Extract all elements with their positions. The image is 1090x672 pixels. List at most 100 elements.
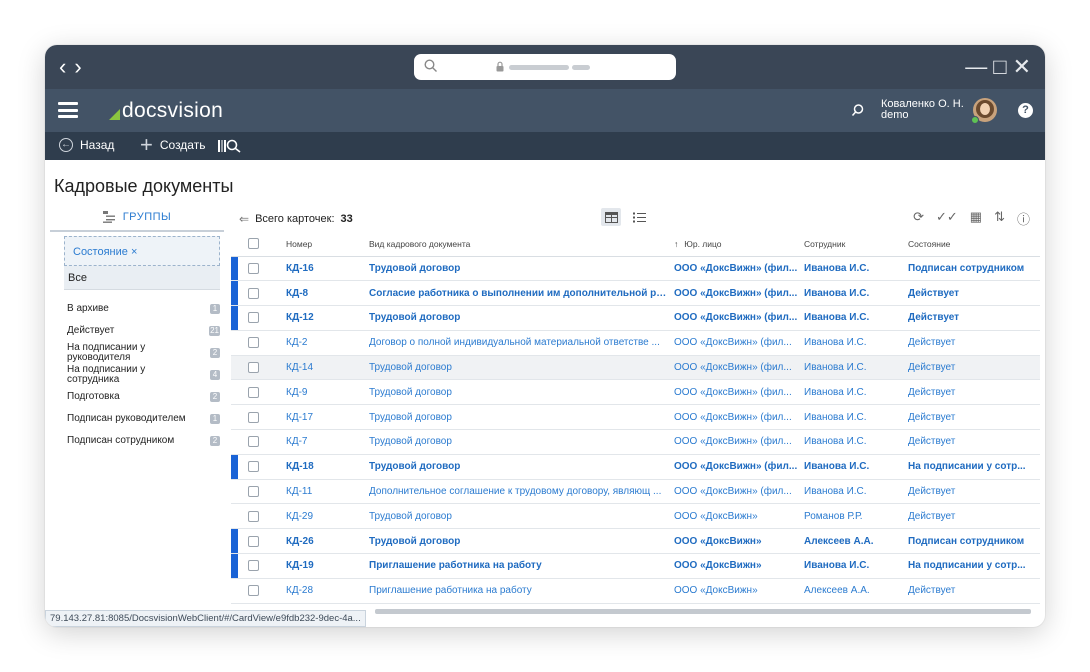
cell-number[interactable]: КД-28 <box>276 578 369 604</box>
cell-employee[interactable]: Иванова И.С. <box>804 379 908 406</box>
back-button[interactable]: ← Назад <box>59 138 114 152</box>
table-row[interactable]: КД-28 Приглашение работника на работу ООО … <box>231 578 1040 604</box>
logo[interactable]: docsvision <box>109 99 223 123</box>
cell-entity[interactable]: ООО «ДоксВижн» <box>674 553 804 579</box>
cell-entity[interactable]: ООО «ДоксВижн» (фил... <box>674 454 804 480</box>
create-button[interactable]: + Создать <box>140 134 205 156</box>
groups-tab[interactable]: ГРУППЫ <box>50 203 224 232</box>
table-view-icon[interactable] <box>601 208 621 226</box>
cell-number[interactable]: КД-26 <box>276 528 369 555</box>
user-info[interactable]: Коваленко О. Н. demo <box>881 99 964 121</box>
cell-employee[interactable]: Иванова И.С. <box>804 404 908 431</box>
cell-state[interactable]: На подписании у сотр... <box>908 454 1040 480</box>
table-row[interactable]: КД-16 Трудовой договор ООО «ДоксВижн» (фил… <box>231 256 1040 282</box>
cell-state[interactable]: Подписан сотрудником <box>908 528 1040 555</box>
cell-number[interactable]: КД-12 <box>276 305 369 331</box>
cell-kind[interactable]: Трудовой договор <box>369 429 674 455</box>
table-row[interactable]: КД-17 Трудовой договор ООО «ДоксВижн» (фил… <box>231 404 1040 431</box>
column-header-kind[interactable]: Вид кадрового документа <box>369 232 674 257</box>
column-header-entity[interactable]: ↑ Юр. лицо <box>674 232 804 257</box>
cell-entity[interactable]: ООО «ДоксВижн» (фил... <box>674 355 804 381</box>
cell-state[interactable]: Действует <box>908 429 1040 455</box>
cell-kind[interactable]: Трудовой договор <box>369 256 674 282</box>
cell-state[interactable]: Подписан сотрудником <box>908 256 1040 282</box>
cell-number[interactable]: КД-8 <box>276 280 369 307</box>
cell-employee[interactable]: Алексеев А.А. <box>804 528 908 555</box>
cell-employee[interactable]: Иванова И.С. <box>804 305 908 331</box>
table-row[interactable]: КД-14 Трудовой договор ООО «ДоксВижн» (фил… <box>231 355 1040 381</box>
cell-entity[interactable]: ООО «ДоксВижн» (фил... <box>674 404 804 431</box>
group-item[interactable]: На подписании у сотрудника 4 <box>67 364 220 386</box>
cell-state[interactable]: Действует <box>908 305 1040 331</box>
list-view-icon[interactable] <box>629 208 649 226</box>
cell-entity[interactable]: ООО «ДоксВижн» (фил... <box>674 479 804 505</box>
cell-entity[interactable]: ООО «ДоксВижн» <box>674 578 804 604</box>
mark-read-icon[interactable]: ✓✓ <box>936 209 958 228</box>
filter-all[interactable]: Все <box>64 266 220 290</box>
help-circle-icon[interactable]: ⓘ <box>1017 209 1030 228</box>
cell-entity[interactable]: ООО «ДоксВижн» (фил... <box>674 305 804 331</box>
cell-kind[interactable]: Трудовой договор <box>369 528 674 555</box>
row-checkbox[interactable] <box>238 305 276 331</box>
cell-kind[interactable]: Дополнительное соглашение к трудовому до… <box>369 479 674 505</box>
cell-kind[interactable]: Трудовой договор <box>369 355 674 381</box>
sort-settings-icon[interactable]: ⇅ <box>994 209 1005 228</box>
column-header-state[interactable]: Состояние <box>908 232 1040 257</box>
table-row[interactable]: КД-29 Трудовой договор ООО «ДоксВижн» Роман… <box>231 503 1040 530</box>
row-checkbox[interactable] <box>238 330 276 356</box>
collapse-sidebar-icon[interactable]: ⇐ <box>239 212 249 226</box>
cell-state[interactable]: Действует <box>908 578 1040 604</box>
table-row[interactable]: КД-12 Трудовой договор ООО «ДоксВижн» (фил… <box>231 305 1040 331</box>
cell-number[interactable]: КД-18 <box>276 454 369 480</box>
barcode-search-icon[interactable] <box>216 136 250 156</box>
search-icon[interactable] <box>851 103 865 117</box>
cell-number[interactable]: КД-16 <box>276 256 369 282</box>
cell-entity[interactable]: ООО «ДоксВижн» (фил... <box>674 429 804 455</box>
cell-number[interactable]: КД-7 <box>276 429 369 455</box>
cell-employee[interactable]: Иванова И.С. <box>804 280 908 307</box>
chevron-left-icon[interactable]: ‹ <box>59 56 74 78</box>
cell-employee[interactable]: Иванова И.С. <box>804 553 908 579</box>
group-item[interactable]: Подготовка 2 <box>67 386 220 408</box>
group-item[interactable]: Подписан сотрудником 2 <box>67 430 220 452</box>
row-checkbox[interactable] <box>238 355 276 381</box>
cell-entity[interactable]: ООО «ДоксВижн» (фил... <box>674 330 804 356</box>
cell-state[interactable]: На подписании у сотр... <box>908 553 1040 579</box>
cell-number[interactable]: КД-19 <box>276 553 369 579</box>
row-checkbox[interactable] <box>238 404 276 431</box>
row-checkbox[interactable] <box>238 553 276 579</box>
table-row[interactable]: КД-26 Трудовой договор ООО «ДоксВижн» Алекс… <box>231 528 1040 555</box>
table-row[interactable]: КД-7 Трудовой договор ООО «ДоксВижн» (фил.… <box>231 429 1040 455</box>
cell-number[interactable]: КД-2 <box>276 330 369 356</box>
cell-number[interactable]: КД-11 <box>276 479 369 505</box>
chevron-right-icon[interactable]: › <box>74 56 89 78</box>
cell-kind[interactable]: Трудовой договор <box>369 305 674 331</box>
row-checkbox[interactable] <box>238 256 276 282</box>
select-all-checkbox[interactable] <box>238 232 276 257</box>
cell-state[interactable]: Действует <box>908 404 1040 431</box>
cell-employee[interactable]: Алексеев А.А. <box>804 578 908 604</box>
cell-entity[interactable]: ООО «ДоксВижн» (фил... <box>674 379 804 406</box>
cell-state[interactable]: Действует <box>908 379 1040 406</box>
cell-employee[interactable]: Иванова И.С. <box>804 355 908 381</box>
row-checkbox[interactable] <box>238 503 276 530</box>
cell-employee[interactable]: Иванова И.С. <box>804 429 908 455</box>
cell-kind[interactable]: Приглашение работника на работу <box>369 553 674 579</box>
group-item[interactable]: Действует 21 <box>67 320 220 342</box>
filter-chip[interactable]: Состояние × <box>64 236 220 266</box>
row-checkbox[interactable] <box>238 280 276 307</box>
cell-state[interactable]: Действует <box>908 330 1040 356</box>
group-item[interactable]: В архиве 1 <box>67 298 220 320</box>
maximize-icon[interactable]: □ <box>993 55 1006 79</box>
cell-state[interactable]: Действует <box>908 503 1040 530</box>
cell-employee[interactable]: Иванова И.С. <box>804 256 908 282</box>
cell-kind[interactable]: Трудовой договор <box>369 404 674 431</box>
cell-kind[interactable]: Трудовой договор <box>369 503 674 530</box>
column-header-number[interactable]: Номер <box>276 232 369 257</box>
row-checkbox[interactable] <box>238 528 276 555</box>
cell-kind[interactable]: Договор о полной индивидуальной материал… <box>369 330 674 356</box>
cell-kind[interactable]: Согласие работника о выполнении им допол… <box>369 280 674 307</box>
cell-kind[interactable]: Приглашение работника на работу <box>369 578 674 604</box>
address-bar[interactable] <box>414 54 676 80</box>
cell-state[interactable]: Действует <box>908 280 1040 307</box>
